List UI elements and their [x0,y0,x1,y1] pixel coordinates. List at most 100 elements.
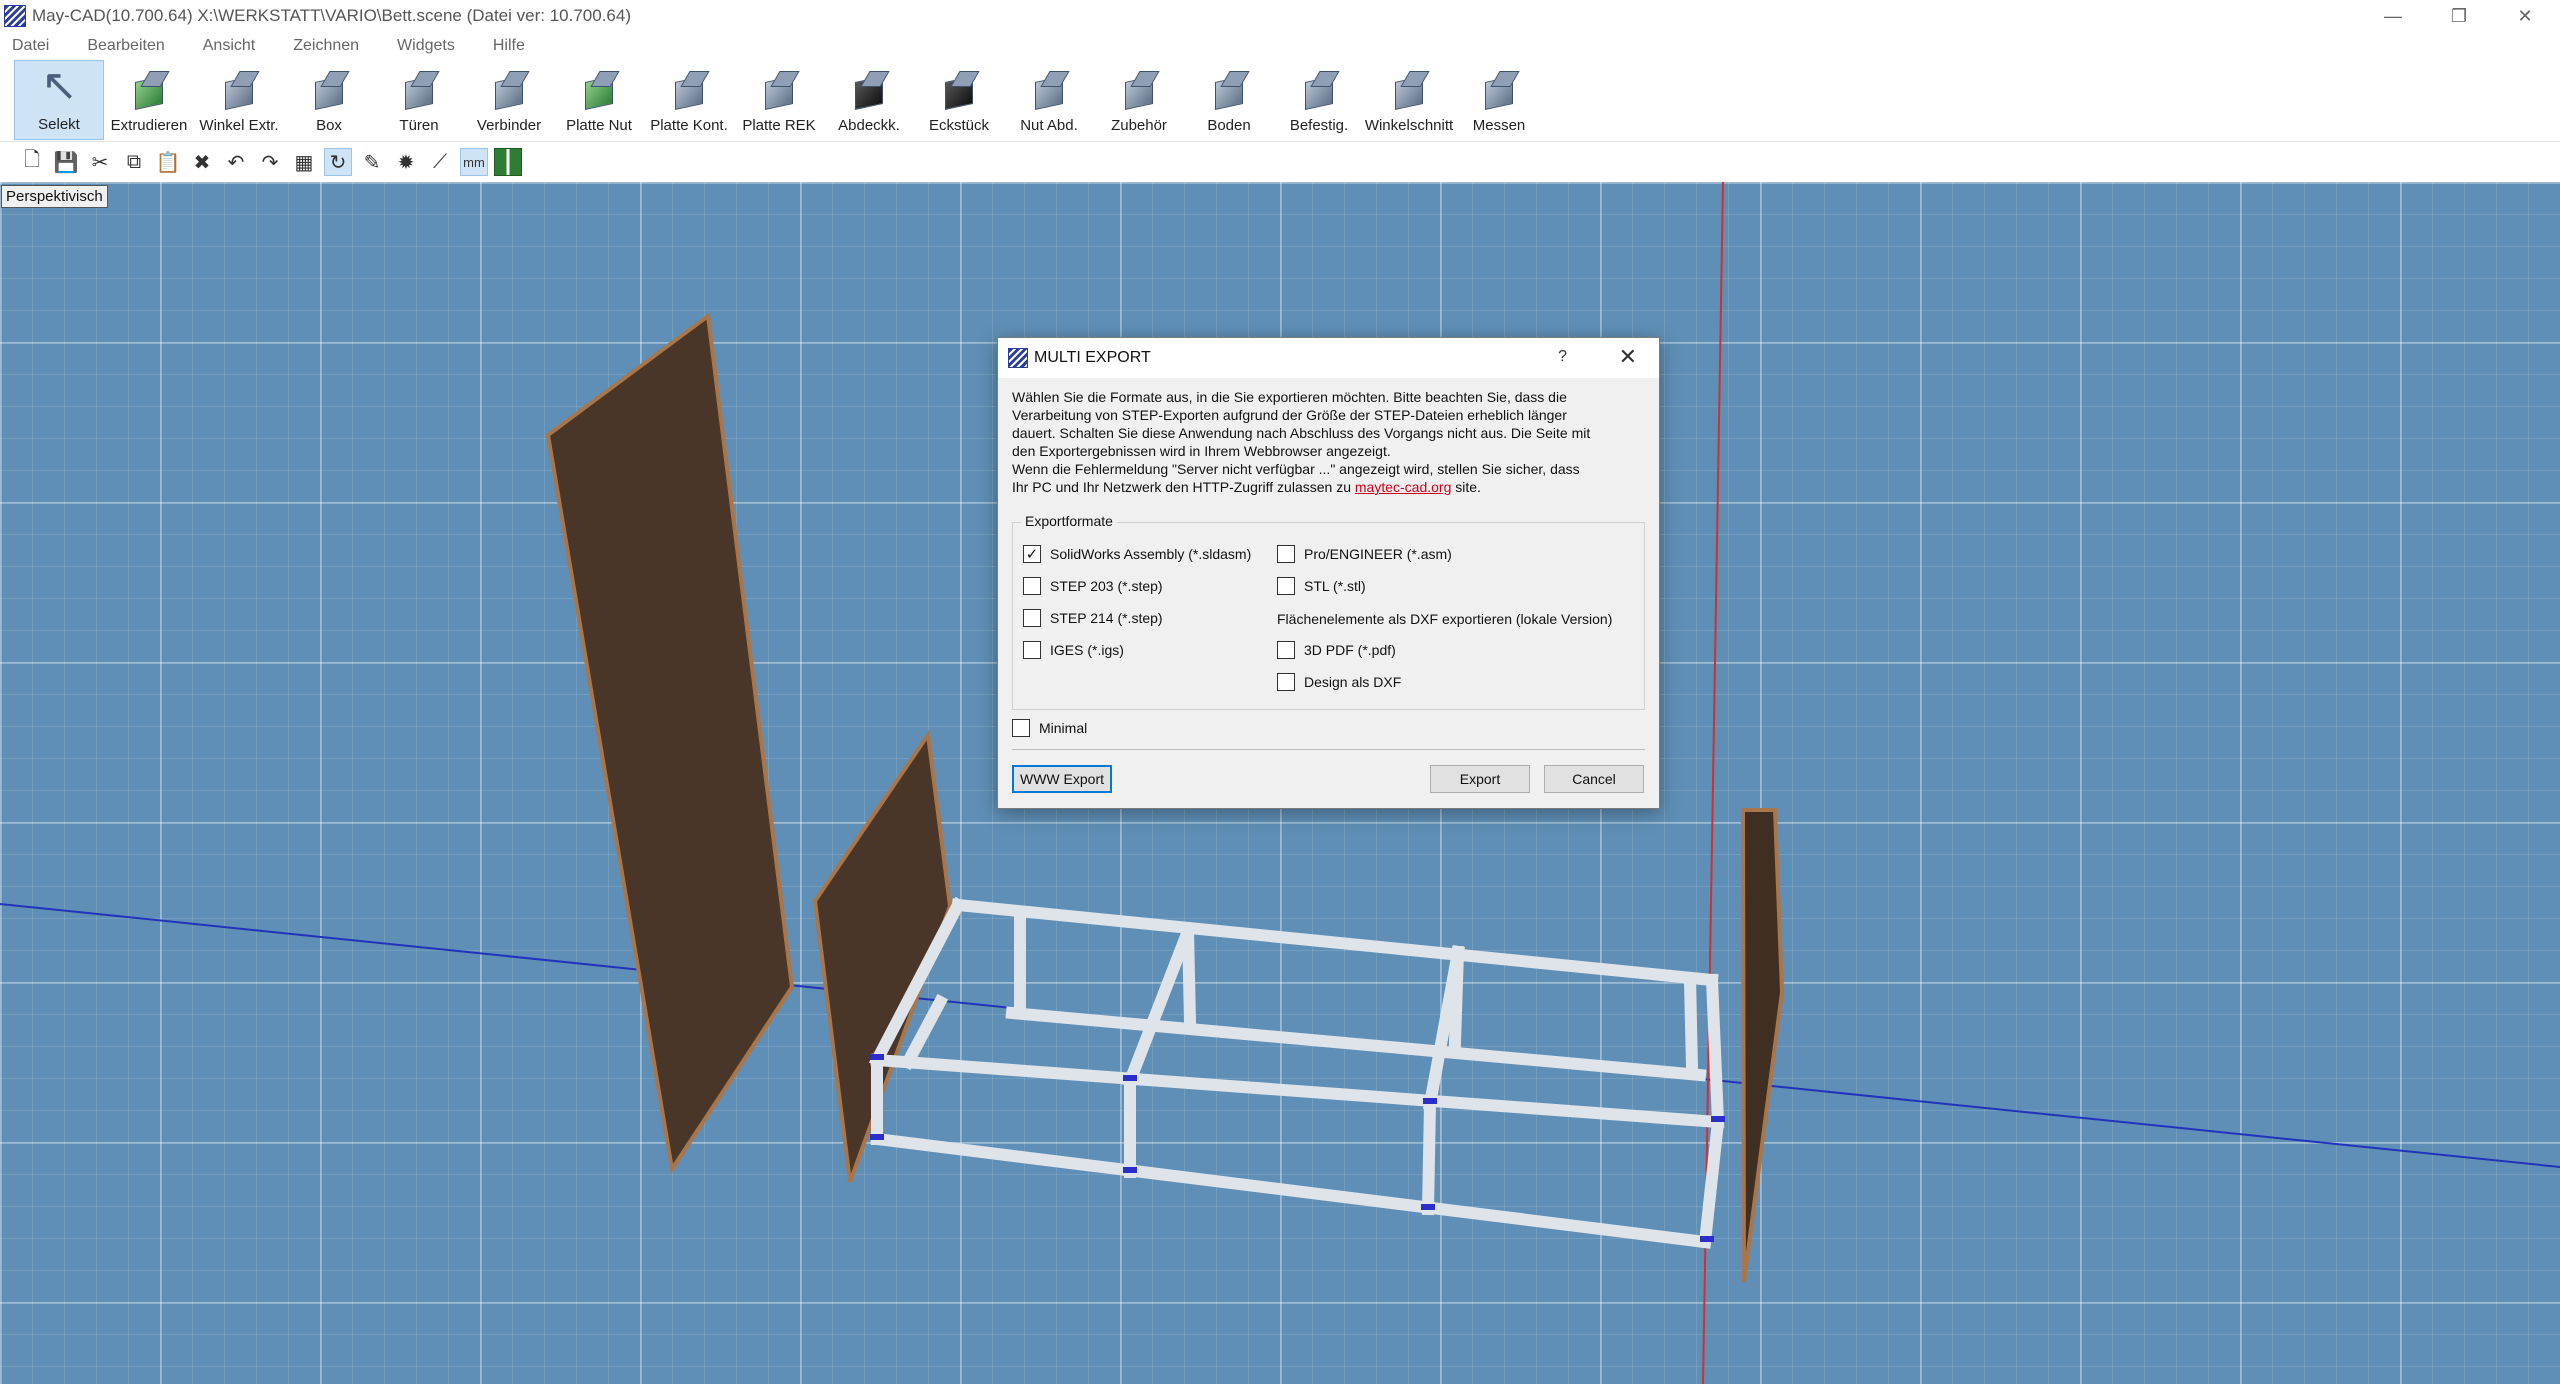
tool-selekt[interactable]: Selekt [14,60,104,140]
accessories-icon [1117,67,1161,111]
cut-icon[interactable]: ✂ [86,148,114,176]
menu-zeichnen[interactable]: Zeichnen [287,37,365,55]
option-minimal[interactable]: Minimal [1012,719,1087,737]
menu-ansicht[interactable]: Ansicht [197,37,261,55]
tool-winkelschnitt[interactable]: Winkelschnitt [1364,60,1454,140]
cancel-button[interactable]: Cancel [1544,765,1644,793]
menu-bar: Datei Bearbeiten Ansicht Zeichnen Widget… [0,32,2560,60]
iges-checkbox[interactable] [1023,641,1041,659]
fastener-icon [1297,67,1341,111]
right-panel [1740,808,1785,1283]
option-3dpdf[interactable]: 3D PDF (*.pdf) [1277,641,1396,659]
tool-abdeckk[interactable]: Abdeckk. [824,60,914,140]
option-step214[interactable]: STEP 214 (*.step) [1023,609,1163,627]
www-export-button[interactable]: WWW Export [1012,765,1112,793]
save-icon[interactable]: 💾 [52,148,80,176]
maytec-link[interactable]: maytec-cad.org [1355,479,1451,495]
rotate-icon[interactable]: ↻ [324,148,352,176]
new-icon[interactable]: 🗋 [18,148,46,176]
door-icon [397,67,441,111]
dxf-note: Flächenelemente als DXF exportieren (lok… [1277,611,1613,627]
units-toggle[interactable]: mm [460,148,488,176]
step203-checkbox[interactable] [1023,577,1041,595]
minimal-checkbox[interactable] [1012,719,1030,737]
corner-piece-icon [937,67,981,111]
option-iges[interactable]: IGES (*.igs) [1023,641,1124,659]
paste-icon[interactable]: 📋 [154,148,182,176]
dialog-close-button[interactable]: ✕ [1619,344,1637,370]
menu-widgets[interactable]: Widgets [391,37,461,55]
grid-toggle-icon[interactable] [494,148,522,176]
measure-icon [1477,67,1521,111]
minimize-button[interactable]: — [2358,0,2428,32]
cover-cap-icon [847,67,891,111]
menu-hilfe[interactable]: Hilfe [487,37,531,55]
tool-nut-abd[interactable]: Nut Abd. [1004,60,1094,140]
title-bar: May-CAD(10.700.64) X:\WERKSTATT\VARIO\Be… [0,0,2560,32]
miter-cut-icon [1387,67,1431,111]
option-stl[interactable]: STL (*.stl) [1277,577,1366,595]
edit-icon[interactable]: ✎ [358,148,386,176]
box-icon [307,67,351,111]
settings-icon[interactable]: ✹ [392,148,420,176]
proengineer-checkbox[interactable] [1277,545,1295,563]
solidworks-checkbox[interactable]: ✓ [1023,545,1041,563]
option-design-dxf[interactable]: Design als DXF [1277,673,1401,691]
angle-extrude-icon [217,67,261,111]
tool-platte-rek[interactable]: Platte REK [734,60,824,140]
tool-messen[interactable]: Messen [1454,60,1544,140]
tool-boden[interactable]: Boden [1184,60,1274,140]
tool-tueren[interactable]: Türen [374,60,464,140]
undo-icon[interactable]: ↶ [222,148,250,176]
tool-extrudieren[interactable]: Extrudieren [104,60,194,140]
restore-button[interactable]: ❐ [2424,0,2494,32]
menu-bearbeiten[interactable]: Bearbeiten [81,37,170,55]
window-title: May-CAD(10.700.64) X:\WERKSTATT\VARIO\Be… [32,6,631,25]
groove-cover-icon [1027,67,1071,111]
option-proengineer[interactable]: Pro/ENGINEER (*.asm) [1277,545,1452,563]
plate-groove-icon [577,67,621,111]
desc-line: Ihr PC und Ihr Netzwerk den HTTP-Zugriff… [1012,479,1481,495]
design-dxf-checkbox[interactable] [1277,673,1295,691]
extrude-icon [127,67,171,111]
floor-icon [1207,67,1251,111]
stl-checkbox[interactable] [1277,577,1295,595]
desc-line: Wählen Sie die Formate aus, in die Sie e… [1012,389,1567,405]
tool-zubehoer[interactable]: Zubehör [1094,60,1184,140]
tall-panel [545,312,795,1175]
tool-eckstueck[interactable]: Eckstück [914,60,1004,140]
tool-box[interactable]: Box [284,60,374,140]
help-button[interactable]: ? [1558,348,1567,366]
desc-line: Wenn die Fehlermeldung "Server nicht ver… [1012,461,1580,477]
group-title: Exportformate [1021,513,1117,529]
app-logo-icon [4,5,26,27]
dialog-logo-icon [1008,348,1028,368]
desc-line: dauert. Schalten Sie diese Anwendung nac… [1012,425,1591,441]
option-step203[interactable]: STEP 203 (*.step) [1023,577,1163,595]
view-mode-label[interactable]: Perspektivisch [1,185,108,208]
dialog-title-bar: MULTI EXPORT ? ✕ [998,338,1659,378]
ribbon-toolbar: Selekt Extrudieren Winkel Extr. Box Türe… [0,60,2560,142]
desc-line: Verarbeitung von STEP-Exporten aufgrund … [1012,407,1567,423]
delete-icon[interactable]: ✖ [188,148,216,176]
tool-platte-kont[interactable]: Platte Kont. [644,60,734,140]
connector-marks [870,1054,1725,1242]
dialog-separator [1012,749,1645,750]
close-window-button[interactable]: ✕ [2490,0,2560,32]
aluminium-frame [868,896,1725,1249]
pdf3d-checkbox[interactable] [1277,641,1295,659]
tool-winkel-extr[interactable]: Winkel Extr. [194,60,284,140]
copy-icon[interactable]: ⧉ [120,148,148,176]
redo-icon[interactable]: ↷ [256,148,284,176]
step214-checkbox[interactable] [1023,609,1041,627]
dialog-title: MULTI EXPORT [1034,349,1151,366]
tool-befestig[interactable]: Befestig. [1274,60,1364,140]
grid-select-icon[interactable]: ▦ [290,148,318,176]
menu-datei[interactable]: Datei [6,37,55,55]
tool-platte-nut[interactable]: Platte Nut [554,60,644,140]
export-button[interactable]: Export [1430,765,1530,793]
option-solidworks[interactable]: ✓ SolidWorks Assembly (*.sldasm) [1023,545,1251,563]
tool-verbinder[interactable]: Verbinder [464,60,554,140]
export-formats-group: Exportformate ✓ SolidWorks Assembly (*.sl… [1012,513,1645,710]
measure-line-icon[interactable]: ⟋ [426,148,454,176]
